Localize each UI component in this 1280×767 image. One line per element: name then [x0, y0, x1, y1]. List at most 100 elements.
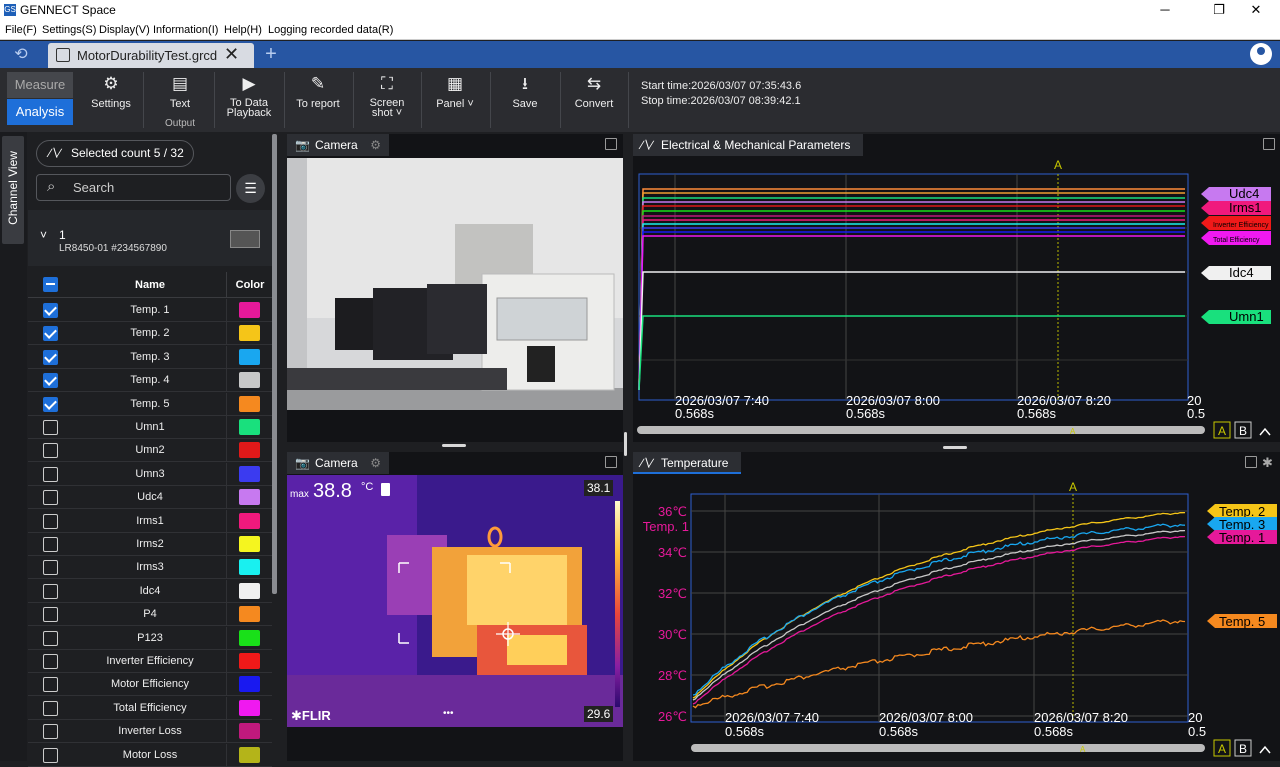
file-tab[interactable]: MotorDurabilityTest.grcd ✕ — [48, 43, 254, 68]
screenshot-button[interactable]: ⛶ Screen shot ˅ — [361, 74, 413, 119]
menu-settings[interactable]: Settings(S) — [42, 24, 96, 36]
thermal-camera-title[interactable]: 📷 Camera ⚙ — [287, 452, 389, 474]
channel-checkbox[interactable] — [43, 396, 58, 412]
channel-color-swatch[interactable] — [239, 629, 260, 646]
channel-color-swatch[interactable] — [239, 676, 260, 693]
analysis-mode-button[interactable]: Analysis — [7, 99, 73, 125]
channel-color-swatch[interactable] — [239, 372, 260, 389]
channel-row[interactable]: Total Efficiency — [28, 696, 272, 720]
panel-splitter[interactable] — [943, 446, 967, 449]
channel-checkbox[interactable] — [43, 700, 58, 716]
close-tab-icon[interactable]: ✕ — [224, 44, 239, 65]
channel-row[interactable]: P123 — [28, 626, 272, 650]
measure-mode-button[interactable]: Measure — [7, 72, 73, 98]
filter-list-button[interactable]: ☰ — [236, 174, 265, 203]
channel-checkbox[interactable] — [43, 373, 58, 389]
menu-logging[interactable]: Logging recorded data(R) — [268, 24, 393, 36]
electrical-chart-title[interactable]: ∕∖∕ Electrical & Mechanical Parameters — [633, 134, 863, 156]
channel-row[interactable]: Umn3 — [28, 462, 272, 486]
channel-row[interactable]: Idc4 — [28, 579, 272, 603]
gear-icon[interactable]: ⚙ — [370, 134, 381, 156]
panel-splitter[interactable] — [442, 444, 466, 447]
channel-checkbox[interactable] — [43, 677, 58, 693]
channel-row[interactable]: Umn2 — [28, 439, 272, 463]
channel-color-swatch[interactable] — [239, 302, 260, 318]
minimize-button[interactable]: ─ — [1142, 1, 1188, 19]
channel-row[interactable]: Inverter Loss — [28, 720, 272, 744]
channel-row[interactable]: Irms2 — [28, 533, 272, 556]
menu-information[interactable]: Information(I) — [153, 24, 218, 36]
panel-button[interactable]: ▦ Panel ˅ — [430, 74, 480, 110]
asterisk-icon[interactable]: ✱ — [1262, 455, 1273, 471]
channel-checkbox[interactable] — [43, 560, 58, 576]
channel-checkbox[interactable] — [43, 537, 58, 552]
channel-checkbox[interactable] — [43, 466, 58, 482]
channel-color-swatch[interactable] — [239, 699, 260, 716]
channel-color-swatch[interactable] — [239, 419, 260, 435]
channel-checkbox[interactable] — [43, 303, 58, 318]
channel-row[interactable]: Temp. 2 — [28, 322, 272, 346]
add-tab-button[interactable]: + — [258, 42, 284, 67]
expand-icon[interactable] — [605, 456, 617, 468]
channel-row[interactable]: Temp. 5 — [28, 392, 272, 416]
channel-color-swatch[interactable] — [239, 348, 260, 365]
channel-row[interactable]: Umn1 — [28, 416, 272, 439]
convert-button[interactable]: ⇆ Convert — [569, 74, 619, 110]
channel-view-tab[interactable]: Channel View — [2, 136, 24, 244]
channel-checkbox[interactable] — [43, 513, 58, 529]
channel-row[interactable]: Motor Efficiency — [28, 673, 272, 697]
user-avatar[interactable] — [1250, 43, 1272, 65]
to-report-button[interactable]: ✎ To report — [291, 74, 345, 110]
channel-checkbox[interactable] — [43, 654, 58, 669]
menu-file[interactable]: File(F) — [5, 24, 37, 36]
vertical-splitter[interactable] — [624, 432, 627, 456]
channel-row[interactable]: Temp. 3 — [28, 345, 272, 369]
settings-button[interactable]: ⚙ Settings — [86, 74, 136, 110]
camera-panel-title[interactable]: 📷 Camera ⚙ — [287, 134, 389, 156]
channel-color-swatch[interactable] — [239, 559, 260, 576]
chevron-down-icon[interactable]: ˅ — [40, 228, 47, 242]
close-window-button[interactable]: ✕ — [1233, 1, 1279, 19]
more-icon[interactable]: ••• — [443, 708, 454, 719]
channel-color-swatch[interactable] — [239, 582, 260, 599]
save-button[interactable]: ⭳ Save — [500, 74, 550, 110]
expand-icon[interactable] — [1263, 138, 1275, 150]
search-input[interactable]: ⌕ Search — [36, 174, 231, 201]
channel-row[interactable]: Motor Loss — [28, 743, 272, 767]
channel-checkbox[interactable] — [43, 326, 58, 342]
channel-color-swatch[interactable] — [239, 465, 260, 482]
channel-color-swatch[interactable] — [239, 442, 260, 459]
link-icon[interactable]: ⟲ — [0, 41, 42, 68]
channel-row[interactable]: Udc4 — [28, 486, 272, 510]
channel-checkbox[interactable] — [43, 724, 58, 740]
channel-checkbox[interactable] — [43, 630, 58, 646]
channel-row[interactable]: Inverter Efficiency — [28, 650, 272, 673]
channel-checkbox[interactable] — [43, 490, 58, 506]
channel-color-swatch[interactable] — [239, 723, 260, 740]
channel-row[interactable]: P4 — [28, 603, 272, 627]
select-all-checkbox[interactable] — [43, 277, 58, 292]
menu-display[interactable]: Display(V) — [99, 24, 150, 36]
channel-checkbox[interactable] — [43, 349, 58, 365]
channel-color-swatch[interactable] — [239, 512, 260, 529]
expand-icon[interactable] — [1245, 456, 1257, 468]
gear-icon[interactable]: ⚙ — [370, 452, 381, 474]
device-row[interactable]: ˅ 1 LR8450-01 #234567890 — [28, 210, 272, 266]
menu-help[interactable]: Help(H) — [224, 24, 262, 36]
channel-scrollbar[interactable] — [272, 134, 277, 594]
channel-row[interactable]: Irms3 — [28, 556, 272, 580]
channel-row[interactable]: Temp. 4 — [28, 369, 272, 393]
selected-count-badge[interactable]: ∕∖∕ Selected count 5 / 32 — [36, 140, 194, 167]
channel-color-swatch[interactable] — [239, 395, 260, 412]
channel-color-swatch[interactable] — [239, 325, 260, 342]
channel-color-swatch[interactable] — [239, 489, 260, 506]
data-playback-button[interactable]: ▶ To Data Playback — [222, 74, 276, 119]
channel-row[interactable]: Temp. 1 — [28, 299, 272, 322]
expand-icon[interactable] — [605, 138, 617, 150]
channel-checkbox[interactable] — [43, 420, 58, 435]
channel-color-swatch[interactable] — [239, 746, 260, 763]
channel-checkbox[interactable] — [43, 583, 58, 599]
channel-color-swatch[interactable] — [239, 536, 260, 552]
temperature-chart-title[interactable]: ∕∖∕ Temperature — [633, 452, 741, 474]
text-output-button[interactable]: ▤ Text — [155, 74, 205, 110]
